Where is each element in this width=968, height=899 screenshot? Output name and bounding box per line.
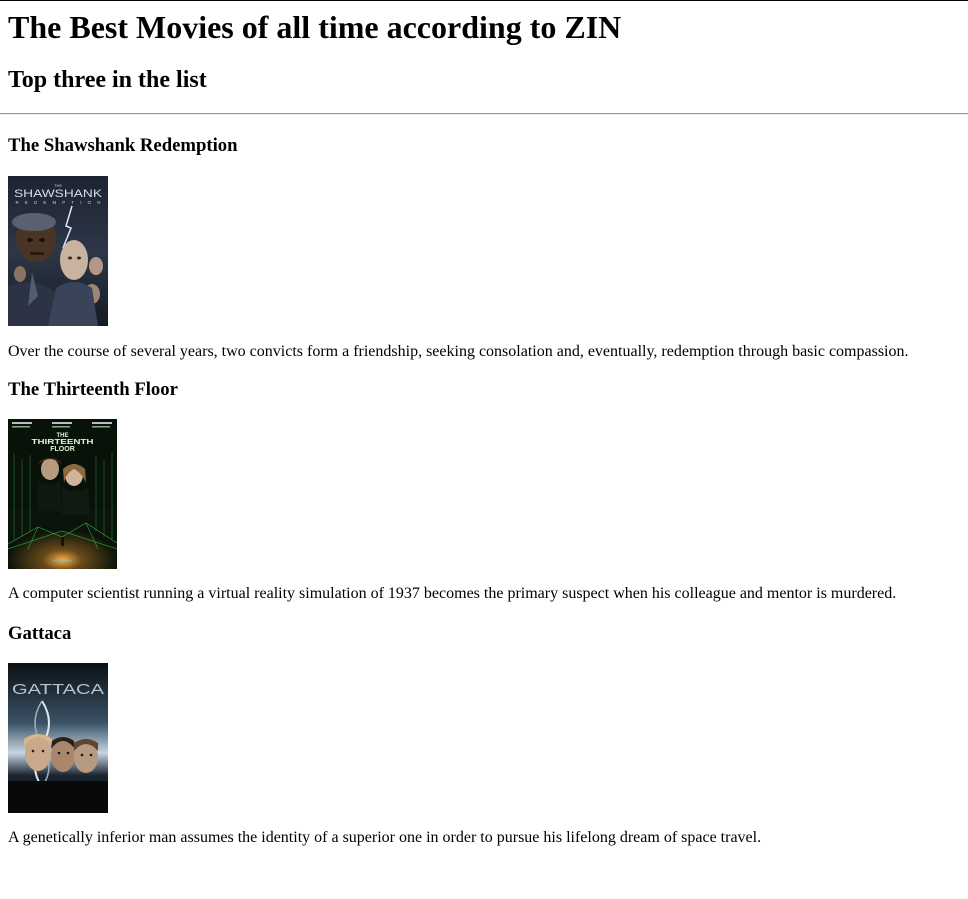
movie-poster-shawshank: THE SHAWSHANK REDEMPTION xyxy=(8,176,108,326)
page-subtitle: Top three in the list xyxy=(8,67,207,93)
svg-text:FLOOR: FLOOR xyxy=(50,446,75,453)
movie-entry-gattaca: Gattaca GATTACA A genetically inferior m… xyxy=(8,623,761,846)
top-border xyxy=(0,0,968,1)
page-title: The Best Movies of all time according to… xyxy=(8,9,622,45)
movie-description: Over the course of several years, two co… xyxy=(8,343,909,360)
svg-text:GATTACA: GATTACA xyxy=(12,681,104,698)
movie-title: Gattaca xyxy=(8,623,72,644)
movie-poster-thirteenth-floor: THE THIRTEENTH FLOOR ▬▬▬ ▬▬▬▬ xyxy=(8,419,117,569)
movie-entry-shawshank: The Shawshank Redemption THE SHAWSHANK R… xyxy=(8,135,908,360)
movie-description: A computer scientist running a virtual r… xyxy=(8,585,897,602)
svg-text:THIRTEENTH: THIRTEENTH xyxy=(32,439,94,446)
svg-text:▬▬▬ ▬▬▬▬: ▬▬▬ ▬▬▬▬ xyxy=(53,559,72,562)
movie-title: The Shawshank Redemption xyxy=(8,135,238,156)
svg-text:SHAWSHANK: SHAWSHANK xyxy=(14,188,103,200)
movie-description: A genetically inferior man assumes the i… xyxy=(8,829,762,846)
movie-title: The Thirteenth Floor xyxy=(8,379,178,400)
movie-poster-gattaca: GATTACA xyxy=(8,663,108,813)
movie-entry-thirteenth-floor: The Thirteenth Floor THE THIRTEENTH FLOO… xyxy=(8,379,896,602)
horizontal-rule xyxy=(0,113,968,115)
